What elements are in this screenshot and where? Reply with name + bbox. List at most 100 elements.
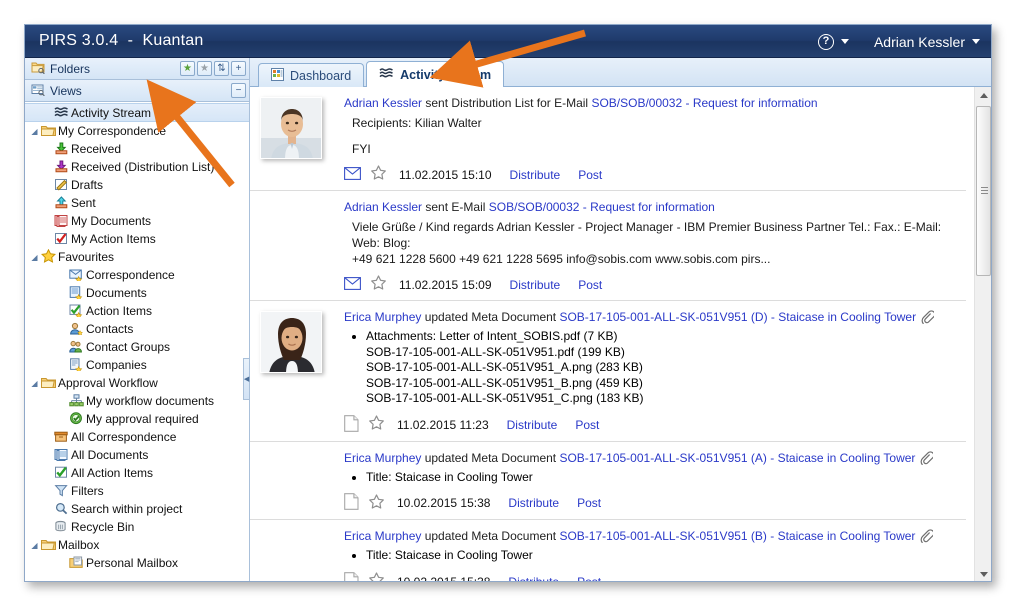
sidebar-item-my-workflow-documents[interactable]: My workflow documents [25,392,249,410]
sidebar-item-received-distribution-list[interactable]: Received (Distribution List) [25,158,249,176]
question-mark-icon[interactable]: ? [818,34,834,50]
mail-icon[interactable] [344,167,361,183]
help-chevron-down-icon[interactable] [841,39,849,44]
mail-icon[interactable] [344,277,361,293]
workflow-icon [68,394,85,409]
favourite-on-button[interactable]: ★ [180,61,195,76]
avatar[interactable] [260,311,322,373]
sidebar-item-contacts[interactable]: Contacts [25,320,249,338]
sidebar-item-activity-stream[interactable]: Activity Stream [25,103,249,122]
scroll-down-button[interactable] [975,566,992,582]
star-outline-icon[interactable] [368,572,385,582]
check-box-icon [53,466,70,481]
refresh-button[interactable]: ⇅ [214,61,229,76]
sidebar-collapse-handle[interactable]: ◀ [243,358,250,400]
folders-panel-header[interactable]: Folders ★ ★ ⇅ + [25,58,249,80]
views-tree[interactable]: Activity Stream◢My CorrespondenceReceive… [25,102,249,582]
sidebar-item-drafts[interactable]: Drafts [25,176,249,194]
entry-subject-link[interactable]: SOB/SOB/00032 - Request for information [591,96,817,110]
sidebar-item-all-documents[interactable]: All Documents [25,446,249,464]
sidebar-item-action-items[interactable]: Action Items [25,302,249,320]
entry-bullet-list: Title: Staicase in Cooling Tower [344,470,956,486]
entry-action-post[interactable]: Post [578,168,602,182]
document-icon[interactable] [344,415,359,435]
entry-subject-link[interactable]: SOB/SOB/00032 - Request for information [489,200,715,214]
document-icon[interactable] [344,493,359,513]
mailbox-icon [68,556,85,571]
sidebar-item-companies[interactable]: Companies [25,356,249,374]
tab-activity-stream[interactable]: Activity Stream [366,61,504,87]
entry-action-distribute[interactable]: Distribute [508,575,559,583]
document-icon[interactable] [344,572,359,583]
sidebar-item-filters[interactable]: Filters [25,482,249,500]
tab-dashboard[interactable]: Dashboard [258,63,364,87]
sidebar-item-my-correspondence[interactable]: ◢My Correspondence [25,122,249,140]
sidebar-item-favourites[interactable]: ◢Favourites [25,248,249,266]
sidebar-item-received[interactable]: Received [25,140,249,158]
entry-verb: sent E-Mail [422,200,489,214]
entry-actor-link[interactable]: Erica Murphey [344,529,421,543]
scrollbar-thumb[interactable] [976,106,991,276]
sidebar-item-label: Personal Mailbox [86,556,178,570]
paperclip-icon[interactable] [920,451,933,465]
expander-icon[interactable]: ◢ [29,253,40,262]
dashboard-grid-icon [271,68,284,84]
sidebar-item-label: Approval Workflow [58,376,158,390]
sidebar-item-label: Recycle Bin [71,520,134,534]
expander-icon[interactable]: ◢ [29,541,40,550]
sidebar-item-correspondence[interactable]: Correspondence [25,266,249,284]
entry-action-post[interactable]: Post [578,278,602,292]
sidebar-item-all-correspondence[interactable]: All Correspondence [25,428,249,446]
sidebar-item-mailbox[interactable]: ◢Mailbox [25,536,249,554]
entry-action-distribute[interactable]: Distribute [508,496,559,510]
expander-icon[interactable]: ◢ [29,127,40,136]
star-outline-icon[interactable] [370,165,387,184]
activity-stream-list: Adrian Kessler sent Distribution List fo… [250,87,974,582]
sidebar-item-contact-groups[interactable]: Contact Groups [25,338,249,356]
entry-action-distribute[interactable]: Distribute [510,168,561,182]
entry-action-post[interactable]: Post [577,575,601,583]
entry-action-post[interactable]: Post [577,496,601,510]
sidebar-item-personal-mailbox[interactable]: Personal Mailbox [25,554,249,572]
sidebar-item-documents[interactable]: Documents [25,284,249,302]
sidebar-item-label: Companies [86,358,147,372]
paperclip-icon[interactable] [921,310,934,324]
entry-actor-link[interactable]: Adrian Kessler [344,200,422,214]
sidebar-item-sent[interactable]: Sent [25,194,249,212]
entry-action-distribute[interactable]: Distribute [510,278,561,292]
star-outline-icon[interactable] [370,275,387,294]
entry-subject-link[interactable]: SOB-17-105-001-ALL-SK-051V951 (D) - Stai… [559,310,916,324]
add-button[interactable]: + [231,61,246,76]
scroll-up-button[interactable] [975,87,992,104]
entry-actor-link[interactable]: Adrian Kessler [344,96,422,110]
sidebar-item-approval-workflow[interactable]: ◢ Approval Workflow [25,374,249,392]
entry-detail-line: Recipients: Kilian Walter [352,115,956,131]
entry-subject-link[interactable]: SOB-17-105-001-ALL-SK-051V951 (A) - Stai… [559,451,915,465]
sidebar-item-search-within-project[interactable]: Search within project [25,500,249,518]
paperclip-icon[interactable] [920,529,933,543]
sidebar-item-all-action-items[interactable]: All Action Items [25,464,249,482]
sidebar-item-my-action-items[interactable]: My Action Items [25,230,249,248]
vertical-scrollbar[interactable] [974,87,991,582]
views-panel-header[interactable]: Views − [25,80,249,102]
entry-action-post[interactable]: Post [575,418,599,432]
user-menu-label[interactable]: Adrian Kessler [874,34,965,50]
activity-entry: Adrian Kessler sent Distribution List fo… [250,87,966,191]
favourite-off-button[interactable]: ★ [197,61,212,76]
sidebar-item-my-documents[interactable]: My Documents [25,212,249,230]
entry-action-distribute[interactable]: Distribute [507,418,558,432]
entry-actor-link[interactable]: Erica Murphey [344,310,421,324]
star-outline-icon[interactable] [368,415,385,434]
entry-subject-link[interactable]: SOB-17-105-001-ALL-SK-051V951 (B) - Stai… [559,529,915,543]
collapse-button[interactable]: − [231,83,246,98]
sidebar-item-my-approval-required[interactable]: My approval required [25,410,249,428]
user-chevron-down-icon[interactable] [972,39,980,44]
avatar-column [258,450,344,514]
expander-icon[interactable]: ◢ [29,379,40,388]
entry-actor-link[interactable]: Erica Murphey [344,451,421,465]
contact-groups-icon [68,340,85,355]
sidebar-item-recycle-bin[interactable]: Recycle Bin [25,518,249,536]
avatar[interactable] [260,97,322,159]
star-outline-icon[interactable] [368,494,385,513]
entry-meta-row: 10.02.2015 15:38DistributePost [344,572,956,583]
